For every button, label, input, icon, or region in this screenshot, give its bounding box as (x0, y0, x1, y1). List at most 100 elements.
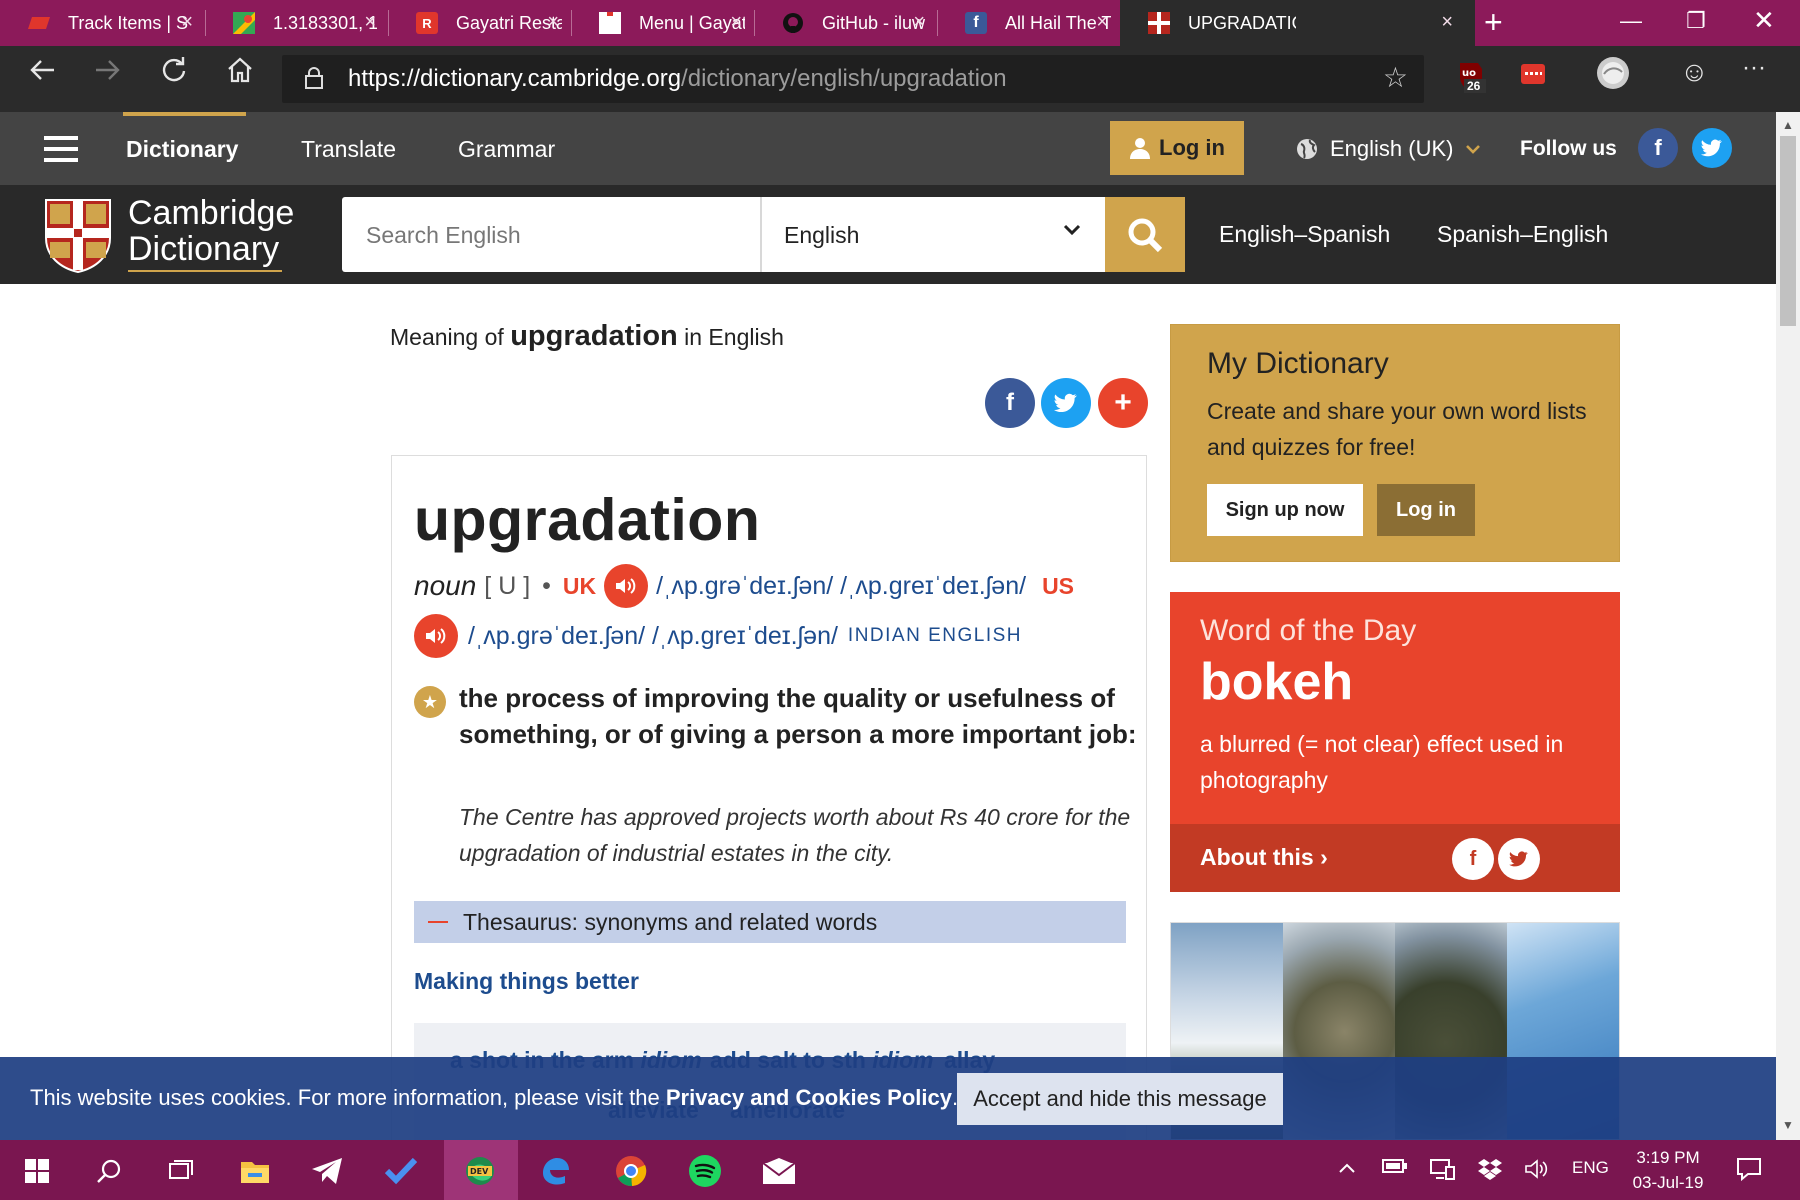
language-selector[interactable]: English (UK) (1296, 136, 1481, 162)
windows-start-icon[interactable] (20, 1154, 54, 1188)
back-icon[interactable] (28, 56, 56, 92)
edge-dev-icon[interactable]: DEV (463, 1154, 497, 1188)
ublock-extension-icon[interactable]: uo 26 (1456, 61, 1486, 100)
scroll-down-icon[interactable]: ▼ (1782, 1118, 1794, 1132)
profile-avatar[interactable] (1596, 56, 1630, 95)
brand-name[interactable]: Cambridge Dictionary (128, 195, 294, 267)
uk-label: UK (562, 572, 597, 599)
site-header: Cambridge Dictionary Search English Engl… (0, 185, 1776, 284)
accept-cookies-button[interactable]: Accept and hide this message (957, 1073, 1283, 1125)
hamburger-menu-icon[interactable] (44, 136, 78, 162)
thesaurus-toggle[interactable]: Thesaurus: synonyms and related words (414, 901, 1126, 943)
chevron-down-icon (1466, 145, 1481, 154)
chevron-down-icon (1063, 224, 1081, 236)
cookie-banner: This website uses cookies. For more info… (0, 1057, 1776, 1140)
refresh-icon[interactable] (160, 56, 188, 92)
close-tab-icon[interactable]: × (1096, 11, 1108, 34)
globe-icon (1297, 139, 1317, 159)
close-tab-icon[interactable]: × (547, 11, 559, 34)
us-audio-speaker-icon[interactable] (414, 614, 458, 658)
close-tab-icon[interactable]: × (1441, 11, 1453, 34)
forward-icon[interactable] (94, 56, 122, 92)
extension-red-icon[interactable] (1520, 61, 1546, 92)
close-tab-icon[interactable]: × (364, 11, 376, 34)
minimize-icon[interactable]: — (1620, 8, 1642, 34)
battery-icon[interactable] (1382, 1158, 1408, 1179)
windows-taskbar: DEV ENG 3:19 PM 03-Jul-19 (0, 1140, 1800, 1200)
share-twitter-icon[interactable] (1041, 378, 1091, 428)
chrome-icon[interactable] (614, 1154, 648, 1188)
tab-track-items[interactable]: Track Items | S × (0, 0, 205, 46)
twitter-follow-icon[interactable] (1692, 128, 1732, 168)
my-dictionary-panel: My Dictionary Create and share your own … (1170, 324, 1620, 562)
wotd-twitter-icon[interactable] (1498, 838, 1540, 880)
file-explorer-icon[interactable] (238, 1154, 272, 1188)
close-tab-icon[interactable]: × (181, 11, 193, 34)
meaning-heading: Meaning of upgradation in English (390, 320, 784, 352)
mail-icon[interactable] (762, 1154, 796, 1188)
uk-audio-speaker-icon[interactable] (604, 564, 649, 608)
notifications-icon[interactable] (1736, 1156, 1762, 1187)
headword: upgradation (414, 487, 761, 553)
volume-icon[interactable] (1524, 1158, 1550, 1185)
about-this-link[interactable]: About this › (1200, 844, 1328, 871)
telegram-icon[interactable] (310, 1154, 344, 1188)
wotd-facebook-icon[interactable]: f (1452, 838, 1494, 880)
search-icon (1128, 218, 1163, 252)
search-input[interactable]: Search English (342, 197, 760, 272)
tab-menu-gayatri[interactable]: Menu | Gayatr × (571, 0, 754, 46)
feedback-smiley-icon[interactable]: ☺ (1680, 56, 1709, 88)
search-button[interactable] (1105, 197, 1185, 272)
tray-overflow-chevron-icon[interactable] (1338, 1158, 1356, 1179)
new-tab-icon[interactable]: + (1484, 4, 1503, 41)
dropbox-icon[interactable] (1478, 1158, 1502, 1185)
tab-maps[interactable]: 1.3183301, 10 × (205, 0, 388, 46)
nav-grammar[interactable]: Grammar (458, 136, 555, 163)
tab-facebook[interactable]: f All Hail The Tr × (937, 0, 1120, 46)
restore-icon[interactable]: ❐ (1686, 8, 1706, 34)
search-language-select[interactable]: English (760, 197, 1105, 272)
more-options-icon[interactable]: ··· (1742, 54, 1766, 82)
nav-translate[interactable]: Translate (301, 136, 396, 163)
favorite-star-icon[interactable]: ☆ (1383, 61, 1408, 94)
vertical-scrollbar[interactable]: ▲ ▼ (1776, 112, 1800, 1140)
share-more-icon[interactable]: + (1098, 378, 1148, 428)
sign-up-button[interactable]: Sign up now (1207, 484, 1363, 536)
topic-link[interactable]: Making things better (414, 968, 639, 995)
close-window-icon[interactable]: ✕ (1753, 5, 1775, 36)
address-bar[interactable]: https://dictionary.cambridge.org/diction… (282, 55, 1424, 103)
scroll-up-icon[interactable]: ▲ (1782, 118, 1794, 132)
close-tab-icon[interactable]: × (913, 11, 925, 34)
scrollbar-thumb[interactable] (1780, 136, 1796, 326)
tab-upgradation[interactable]: UPGRADATIO × (1120, 0, 1475, 46)
cambridge-crest-logo[interactable] (44, 198, 112, 274)
share-facebook-icon[interactable]: f (985, 378, 1035, 428)
spotify-icon[interactable] (688, 1154, 722, 1188)
wotd-word[interactable]: bokeh (1200, 652, 1353, 712)
home-icon[interactable] (226, 56, 254, 92)
system-clock[interactable]: 3:19 PM 03-Jul-19 (1628, 1145, 1708, 1195)
close-tab-icon[interactable]: × (730, 11, 742, 34)
task-view-icon[interactable] (164, 1154, 198, 1188)
network-icon[interactable] (1430, 1158, 1456, 1185)
privacy-policy-link[interactable]: Privacy and Cookies Policy (666, 1085, 952, 1110)
panel-login-button[interactable]: Log in (1377, 484, 1475, 536)
nav-dictionary[interactable]: Dictionary (126, 136, 238, 163)
tab-gayatri-restaurant[interactable]: R Gayatri Restau × (388, 0, 571, 46)
brand-underline (128, 270, 282, 272)
spanish-english-link[interactable]: Spanish–English (1437, 221, 1608, 248)
tab-github[interactable]: GitHub - iluw × (754, 0, 937, 46)
collapse-dash-icon (428, 921, 448, 923)
facebook-follow-icon[interactable]: f (1638, 128, 1678, 168)
star-icon: ★ (414, 686, 446, 718)
tab-strip: Track Items | S × 1.3183301, 10 × R Gaya… (0, 0, 1800, 46)
google-maps-icon (233, 12, 255, 34)
follow-us-label: Follow us (1520, 137, 1617, 160)
site-top-nav: Dictionary Translate Grammar Log in Engl… (0, 112, 1776, 185)
english-spanish-link[interactable]: English–Spanish (1219, 221, 1390, 248)
search-icon[interactable] (92, 1154, 126, 1188)
login-button[interactable]: Log in (1110, 121, 1244, 175)
input-language[interactable]: ENG (1572, 1158, 1609, 1178)
todo-check-icon[interactable] (384, 1154, 418, 1188)
edge-browser-icon[interactable] (538, 1154, 572, 1188)
